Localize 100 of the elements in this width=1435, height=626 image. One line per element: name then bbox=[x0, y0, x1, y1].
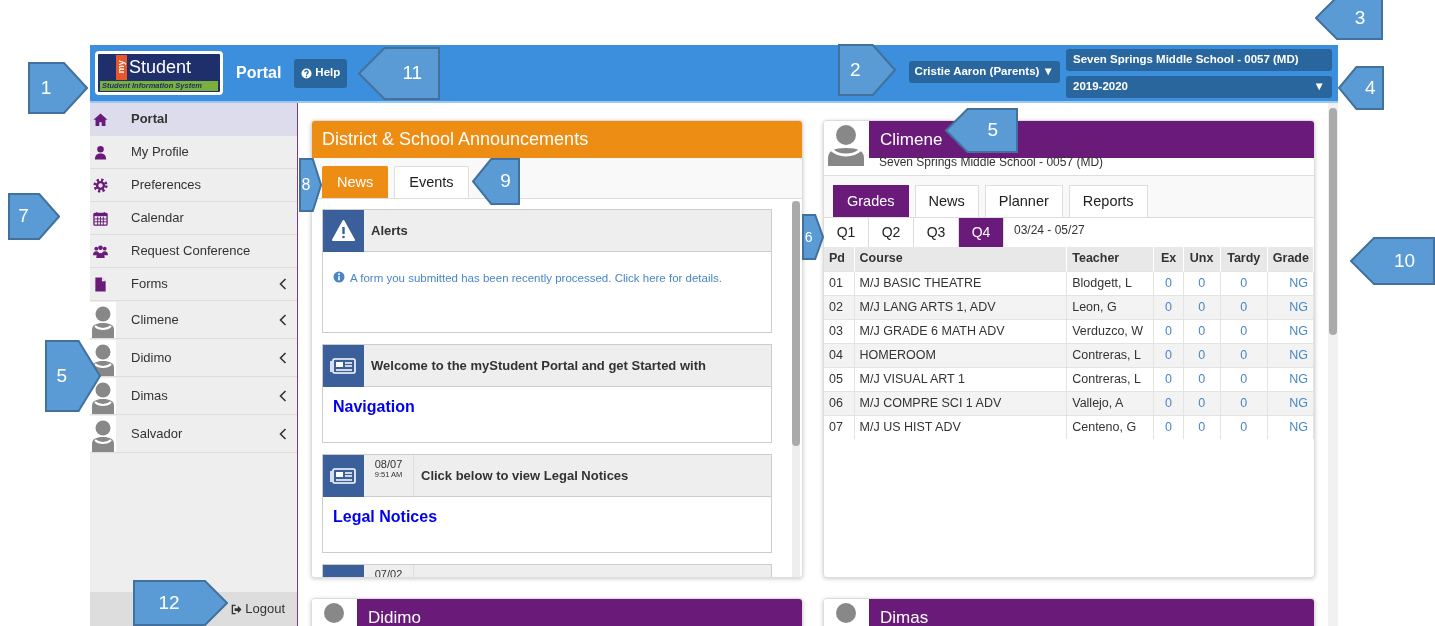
attendance-link[interactable]: 0 bbox=[1198, 371, 1206, 386]
announcement-link[interactable]: Navigation bbox=[333, 398, 415, 415]
callout-marker: 7 bbox=[8, 193, 60, 240]
callout-marker: 1 bbox=[28, 62, 88, 114]
sidebar-item[interactable]: Forms bbox=[90, 268, 297, 301]
table-cell: 07 bbox=[824, 415, 855, 439]
tab[interactable]: Events bbox=[394, 166, 469, 198]
document-icon bbox=[93, 276, 108, 292]
attendance-link[interactable]: 0 bbox=[1198, 299, 1206, 314]
attendance-link[interactable]: 0 bbox=[1198, 275, 1206, 290]
chevron-icon bbox=[279, 389, 287, 402]
sidebar-item[interactable]: Request Conference bbox=[90, 235, 297, 268]
sidebar-item[interactable]: Climene bbox=[90, 301, 297, 339]
column-header: Grade bbox=[1267, 247, 1314, 271]
attendance-link[interactable]: 0 bbox=[1240, 347, 1248, 362]
announcement-title: Welcome to the myStudent Portal and get Started with bbox=[370, 356, 706, 375]
date-range: 03/24 - 05/27 bbox=[1013, 222, 1085, 239]
user-menu[interactable]: Cristie Aaron (Parents) ▼ bbox=[908, 60, 1060, 83]
logout-link[interactable]: Logout bbox=[231, 599, 285, 619]
attendance-link[interactable]: 0 bbox=[1165, 395, 1172, 410]
attendance-link[interactable]: 0 bbox=[1240, 323, 1248, 338]
sidebar-item[interactable]: Dimas bbox=[90, 377, 297, 415]
tab[interactable]: News bbox=[322, 166, 389, 198]
column-header: Pd bbox=[824, 247, 855, 271]
attendance-link[interactable]: 0 bbox=[1198, 419, 1206, 434]
quarter-tab[interactable]: Q4 bbox=[959, 218, 1004, 247]
table-cell: Leon, G bbox=[1066, 295, 1154, 319]
attendance-link[interactable]: 0 bbox=[1240, 299, 1248, 314]
year-select[interactable]: 2019-2020 ▼ bbox=[1066, 75, 1332, 98]
sidebar-item[interactable]: Preferences bbox=[90, 169, 297, 202]
student-name: Didimo bbox=[357, 599, 802, 626]
tab[interactable]: Planner bbox=[984, 185, 1063, 217]
tab[interactable]: Reports bbox=[1068, 185, 1148, 217]
avatar-icon bbox=[90, 339, 116, 376]
attendance-link[interactable]: 0 bbox=[1165, 275, 1172, 290]
table-cell: Vallejo, A bbox=[1066, 391, 1154, 415]
column-header: Teacher bbox=[1066, 247, 1154, 271]
callout-marker: 2 bbox=[838, 44, 896, 96]
attendance-link[interactable]: 0 bbox=[1240, 419, 1248, 434]
sidebar-item[interactable]: Salvador bbox=[90, 415, 297, 453]
sidebar-item[interactable]: My Profile bbox=[90, 136, 297, 169]
table-cell: 02 bbox=[824, 295, 855, 319]
callout-marker: 4 bbox=[1338, 66, 1384, 110]
info-icon bbox=[333, 271, 345, 283]
attendance-link[interactable]: 0 bbox=[1240, 395, 1248, 410]
table-cell: M/J LANG ARTS 1, ADV bbox=[854, 295, 1067, 319]
card-title: District & School Announcements bbox=[312, 121, 802, 158]
callout-marker: 10 bbox=[1350, 237, 1435, 285]
table-cell: 04 bbox=[824, 343, 855, 367]
settings-icon bbox=[93, 177, 108, 193]
tab[interactable]: News bbox=[914, 185, 979, 217]
chevron-icon bbox=[279, 313, 287, 326]
grade-link[interactable]: NG bbox=[1289, 419, 1308, 434]
callout-marker: 5 bbox=[45, 340, 101, 412]
attendance-link[interactable]: 0 bbox=[1165, 419, 1172, 434]
announcement-link[interactable]: Legal Notices bbox=[333, 508, 438, 525]
student-name: Dimas bbox=[869, 599, 1314, 626]
alert-link[interactable]: A form you submitted has been recently processed. Click here for details. bbox=[350, 270, 722, 288]
chevron-icon bbox=[279, 351, 287, 364]
attendance-link[interactable]: 0 bbox=[1240, 371, 1248, 386]
school-select[interactable]: Seven Springs Middle School - 0057 (MD) bbox=[1066, 48, 1332, 71]
scrollbar[interactable] bbox=[792, 201, 800, 577]
table-cell: 06 bbox=[824, 391, 855, 415]
callout-marker: 9 bbox=[472, 158, 520, 205]
avatar-icon bbox=[90, 301, 116, 338]
table-cell: Contreras, L bbox=[1066, 343, 1154, 367]
callout-marker: 3 bbox=[1315, 0, 1383, 40]
person-icon bbox=[93, 144, 108, 160]
announcement-title: Alerts bbox=[370, 221, 408, 240]
people-icon bbox=[93, 243, 108, 259]
announcement-title: Click below to view Legal Notices bbox=[420, 466, 629, 485]
attendance-link[interactable]: 0 bbox=[1198, 347, 1206, 362]
sidebar-item[interactable]: Calendar bbox=[90, 202, 297, 235]
grade-link[interactable]: NG bbox=[1289, 371, 1308, 386]
sidebar-item[interactable]: Portal bbox=[90, 103, 297, 136]
avatar-icon bbox=[90, 415, 116, 452]
column-header: Course bbox=[854, 247, 1067, 271]
callout-marker: 11 bbox=[358, 47, 440, 100]
grade-link[interactable]: NG bbox=[1289, 323, 1308, 338]
home-icon bbox=[93, 111, 108, 127]
table-cell: M/J US HIST ADV bbox=[854, 415, 1067, 439]
tab[interactable]: Grades bbox=[833, 185, 909, 217]
attendance-link[interactable]: 0 bbox=[1198, 395, 1206, 410]
attendance-link[interactable]: 0 bbox=[1165, 347, 1172, 362]
table-cell: Centeno, G bbox=[1066, 415, 1154, 439]
attendance-link[interactable]: 0 bbox=[1165, 371, 1172, 386]
calendar-icon bbox=[93, 210, 108, 226]
attendance-link[interactable]: 0 bbox=[1240, 275, 1248, 290]
help-button[interactable]: Help bbox=[294, 58, 348, 88]
chevron-icon bbox=[279, 427, 287, 440]
help-icon bbox=[301, 67, 313, 79]
table-cell: M/J COMPRE SCI 1 ADV bbox=[854, 391, 1067, 415]
grade-link[interactable]: NG bbox=[1289, 275, 1308, 290]
attendance-link[interactable]: 0 bbox=[1165, 323, 1172, 338]
quarter-tab[interactable]: Q1 bbox=[824, 218, 869, 247]
attendance-link[interactable]: 0 bbox=[1165, 299, 1172, 314]
attendance-link[interactable]: 0 bbox=[1198, 323, 1206, 338]
table-cell: HOMEROOM bbox=[854, 343, 1067, 367]
scrollbar[interactable] bbox=[1328, 103, 1338, 626]
logout-icon bbox=[231, 603, 243, 615]
